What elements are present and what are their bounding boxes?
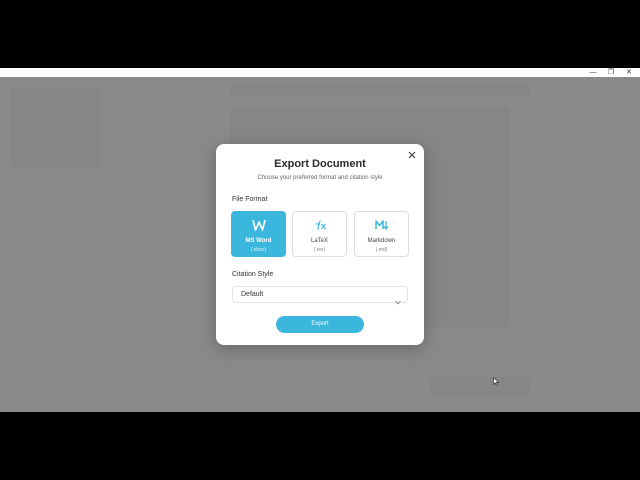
maximize-button[interactable]: ❐ bbox=[602, 68, 620, 77]
format-extension: (.md) bbox=[375, 247, 388, 253]
letterbox-top bbox=[0, 0, 640, 68]
format-extension: (.tex) bbox=[313, 247, 326, 253]
format-option-markdown[interactable]: Markdown (.md) bbox=[354, 211, 409, 257]
letterbox-bottom bbox=[0, 412, 640, 480]
citation-style-label: Citation Style bbox=[232, 271, 274, 278]
format-extension: (.docx) bbox=[250, 247, 267, 253]
format-name: MS Word bbox=[245, 238, 272, 244]
format-name: LaTeX bbox=[310, 238, 328, 244]
close-window-button[interactable]: ✕ bbox=[620, 68, 638, 77]
format-option-ms-word[interactable]: MS Word (.docx) bbox=[231, 211, 286, 257]
markdown-icon bbox=[355, 218, 408, 232]
chevron-down-icon bbox=[395, 292, 401, 310]
dialog-title: Export Document bbox=[274, 158, 366, 170]
app-window: — ❐ ✕ Export Document Choose your prefer… bbox=[0, 68, 640, 412]
latex-fx-icon bbox=[293, 218, 346, 232]
word-icon bbox=[232, 218, 285, 232]
citation-style-value: Default bbox=[241, 291, 264, 298]
format-name: Markdown bbox=[367, 238, 396, 244]
title-bar: — ❐ ✕ bbox=[0, 68, 640, 77]
minimize-button[interactable]: — bbox=[584, 68, 602, 77]
mouse-pointer-icon bbox=[493, 373, 500, 391]
dialog-subtitle: Choose your preferred format and citatio… bbox=[257, 175, 383, 181]
citation-style-select[interactable]: Default bbox=[232, 286, 408, 305]
format-option-latex[interactable]: LaTeX (.tex) bbox=[292, 211, 347, 257]
file-format-label: File Format bbox=[232, 196, 268, 203]
export-dialog: Export Document Choose your preferred fo… bbox=[216, 144, 424, 345]
export-button[interactable]: Export bbox=[276, 316, 364, 333]
